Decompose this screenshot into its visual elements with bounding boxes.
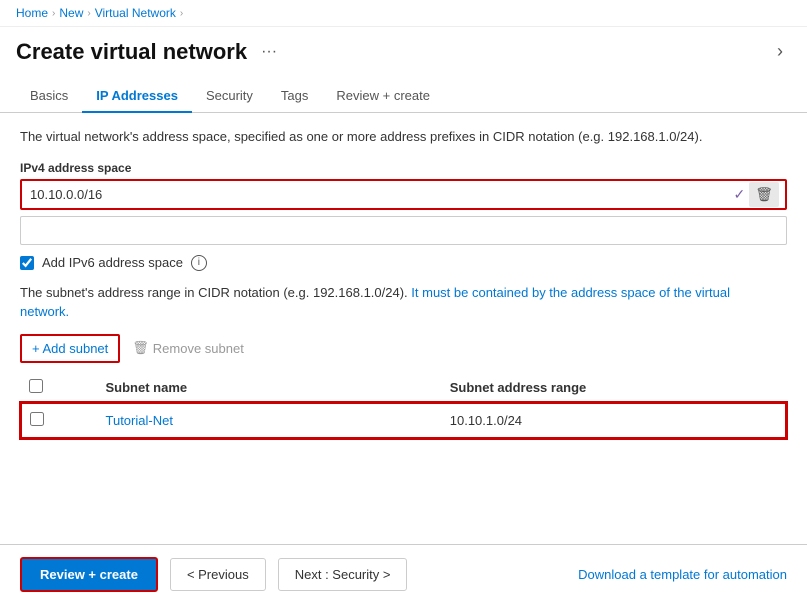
tab-tags[interactable]: Tags	[267, 80, 322, 113]
subnet-table: Subnet name Subnet address range Tutoria…	[20, 373, 787, 439]
ipv4-address-input[interactable]	[22, 181, 727, 208]
col-subnet-name: Subnet name	[98, 373, 442, 403]
tab-review-create[interactable]: Review + create	[322, 80, 444, 113]
subnet-description: The subnet's address range in CIDR notat…	[20, 283, 787, 322]
address-row-actions: ✓ 🗑	[727, 182, 785, 207]
nav-arrow-right-icon[interactable]: ›	[769, 37, 791, 66]
subnet-range: 10.10.1.0/24	[442, 403, 786, 438]
ipv6-checkbox[interactable]	[20, 256, 34, 270]
ipv4-address-input-2[interactable]	[20, 216, 787, 245]
col-subnet-range: Subnet address range	[442, 373, 786, 403]
add-subnet-button[interactable]: + Add subnet	[20, 334, 120, 363]
download-template-link[interactable]: Download a template for automation	[578, 567, 787, 582]
delete-address-button[interactable]: 🗑	[749, 182, 779, 207]
breadcrumb-virtual-network[interactable]: Virtual Network	[95, 6, 176, 20]
tab-basics[interactable]: Basics	[16, 80, 82, 113]
checkmark-icon: ✓	[733, 186, 745, 203]
remove-subnet-label: Remove subnet	[153, 341, 244, 356]
breadcrumb-sep-3: ›	[180, 8, 183, 19]
row-checkbox[interactable]	[30, 412, 44, 426]
page-header: Create virtual network ··· ›	[0, 27, 807, 66]
ipv6-row: Add IPv6 address space i	[20, 255, 787, 271]
tab-ip-addresses[interactable]: IP Addresses	[82, 80, 192, 113]
subnet-actions: + Add subnet 🗑 Remove subnet	[20, 334, 787, 363]
breadcrumb-home[interactable]: Home	[16, 6, 48, 20]
previous-button[interactable]: < Previous	[170, 558, 266, 591]
next-security-button[interactable]: Next : Security >	[278, 558, 408, 591]
remove-subnet-button[interactable]: 🗑 Remove subnet	[132, 340, 244, 356]
subnet-table-header-row: Subnet name Subnet address range	[21, 373, 786, 403]
tab-security[interactable]: Security	[192, 80, 267, 113]
breadcrumb-sep-2: ›	[87, 8, 90, 19]
footer: Review + create < Previous Next : Securi…	[0, 544, 807, 604]
remove-subnet-icon: 🗑	[132, 340, 149, 356]
col-checkbox	[21, 373, 98, 403]
ellipsis-button[interactable]: ···	[257, 41, 281, 63]
main-content: The virtual network's address space, spe…	[0, 113, 807, 544]
table-row: Tutorial-Net 10.10.1.0/24	[21, 403, 786, 438]
page-title: Create virtual network	[16, 39, 247, 65]
address-space-description: The virtual network's address space, spe…	[20, 127, 787, 147]
breadcrumb: Home › New › Virtual Network ›	[0, 0, 807, 27]
breadcrumb-sep-1: ›	[52, 8, 55, 19]
ipv6-label[interactable]: Add IPv6 address space	[42, 255, 183, 270]
ipv6-info-icon[interactable]: i	[191, 255, 207, 271]
ipv4-address-row: ✓ 🗑	[20, 179, 787, 210]
subnet-name-link[interactable]: Tutorial-Net	[106, 413, 173, 428]
subnet-desc-link: It must be contained by the address spac…	[411, 285, 730, 300]
select-all-checkbox[interactable]	[29, 379, 43, 393]
subnet-desc-link2: network.	[20, 304, 69, 319]
review-create-button[interactable]: Review + create	[20, 557, 158, 592]
ipv4-label: IPv4 address space	[20, 161, 787, 175]
tab-bar: Basics IP Addresses Security Tags Review…	[0, 72, 807, 113]
breadcrumb-new[interactable]: New	[59, 6, 83, 20]
